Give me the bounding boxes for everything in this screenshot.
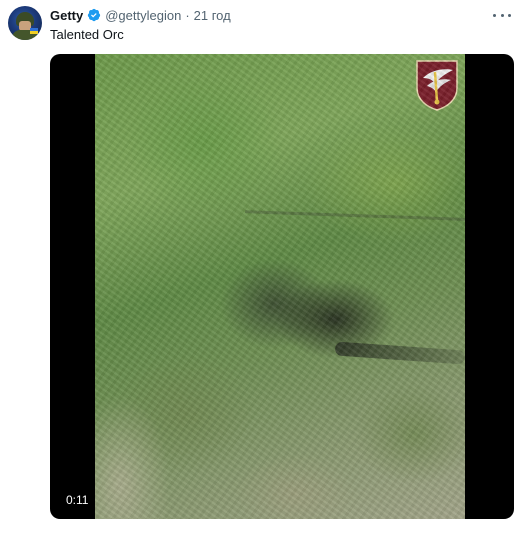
avatar[interactable]: [8, 6, 42, 40]
author-name[interactable]: Getty: [50, 8, 83, 23]
video-path-line: [245, 210, 465, 221]
video-player[interactable]: 0:11: [50, 54, 514, 519]
unit-emblem: [413, 58, 461, 112]
tweet-time[interactable]: 21 год: [194, 8, 231, 23]
tweet-text: Talented Orc: [50, 27, 124, 42]
verified-badge-icon: [87, 8, 101, 22]
video-duration-badge: 0:11: [62, 491, 93, 509]
more-dot: [508, 13, 511, 17]
author-handle[interactable]: @gettylegion: [105, 8, 181, 23]
more-options-icon[interactable]: [493, 7, 511, 23]
avatar-flag-patch: [30, 28, 38, 34]
more-dot: [500, 13, 504, 17]
video-frame[interactable]: [95, 54, 465, 519]
header-separator: ·: [185, 7, 190, 23]
tweet-card: Getty @gettylegion · 21 год Talented Orc: [0, 0, 525, 533]
video-trench: [334, 341, 465, 365]
tweet-header: Getty @gettylegion · 21 год: [50, 6, 231, 24]
more-dot: [493, 13, 496, 17]
